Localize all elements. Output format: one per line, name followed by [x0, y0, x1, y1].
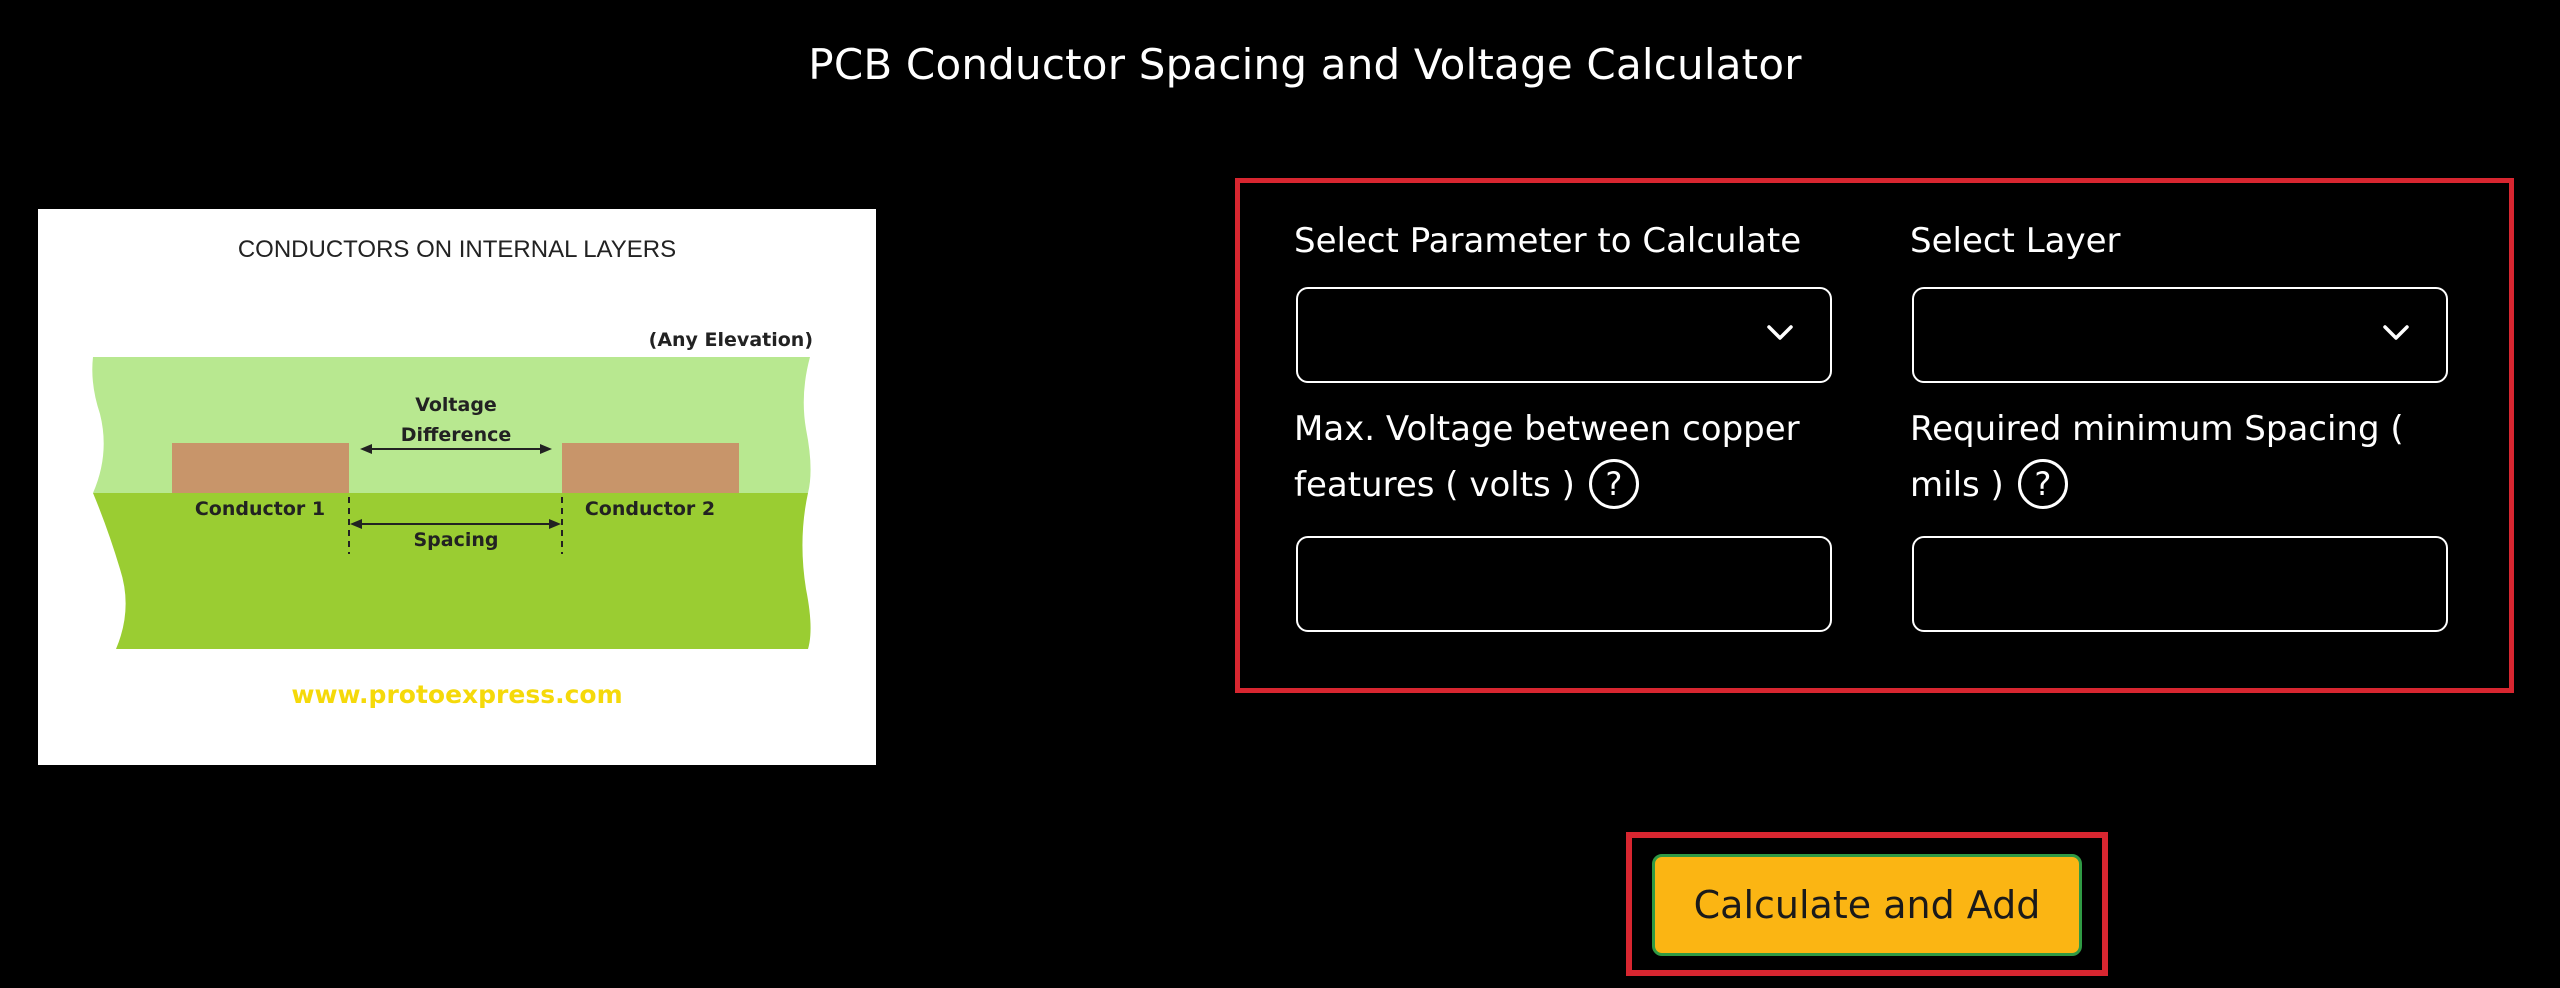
spacing-label-line-1: Required minimum Spacing (: [1910, 409, 2404, 449]
website-label: www.protoexpress.com: [291, 680, 622, 709]
layer-select-label: Select Layer: [1910, 221, 2121, 261]
voltage-input[interactable]: [1296, 536, 1832, 632]
chevron-down-icon: [2383, 325, 2409, 340]
diagram-title: CONDUCTORS ON INTERNAL LAYERS: [238, 236, 676, 263]
conductor-1-shape: [172, 443, 349, 493]
voltage-field-label: Max. Voltage between copper features ( v…: [1294, 401, 1800, 513]
spacing-field-label: Required minimum Spacing ( mils )?: [1910, 401, 2404, 513]
chevron-down-icon: [1767, 325, 1793, 340]
conductor-1-label: Conductor 1: [195, 498, 325, 520]
elevation-label: (Any Elevation): [649, 329, 813, 351]
conductor-2-label: Conductor 2: [585, 498, 715, 520]
spacing-label-line-2: mils )?: [1910, 457, 2404, 513]
conductor-2-shape: [562, 443, 739, 493]
calculate-and-add-button[interactable]: Calculate and Add: [1652, 854, 2082, 956]
spacing-input[interactable]: [1912, 536, 2448, 632]
page-title: PCB Conductor Spacing and Voltage Calcul…: [808, 40, 1802, 89]
help-icon[interactable]: ?: [2017, 458, 2068, 509]
layer-select[interactable]: [1912, 287, 2448, 383]
voltage-label-line-2: features ( volts )?: [1294, 457, 1800, 513]
spacing-label: Spacing: [413, 529, 498, 551]
voltage-label-text: features ( volts ): [1294, 465, 1575, 505]
help-icon[interactable]: ?: [1588, 458, 1639, 509]
voltage-difference-label-1: Voltage: [415, 394, 497, 416]
parameter-select-label: Select Parameter to Calculate: [1294, 221, 1802, 261]
voltage-difference-label-2: Difference: [401, 424, 512, 446]
spacing-label-text: mils ): [1910, 465, 2004, 505]
calculator-form-panel: Select Parameter to Calculate Select Lay…: [1235, 178, 2514, 693]
conductor-spacing-diagram: CONDUCTORS ON INTERNAL LAYERS (Any Eleva…: [38, 209, 876, 765]
calculate-button-highlight: Calculate and Add: [1626, 832, 2108, 976]
voltage-label-line-1: Max. Voltage between copper: [1294, 409, 1800, 449]
parameter-select[interactable]: [1296, 287, 1832, 383]
